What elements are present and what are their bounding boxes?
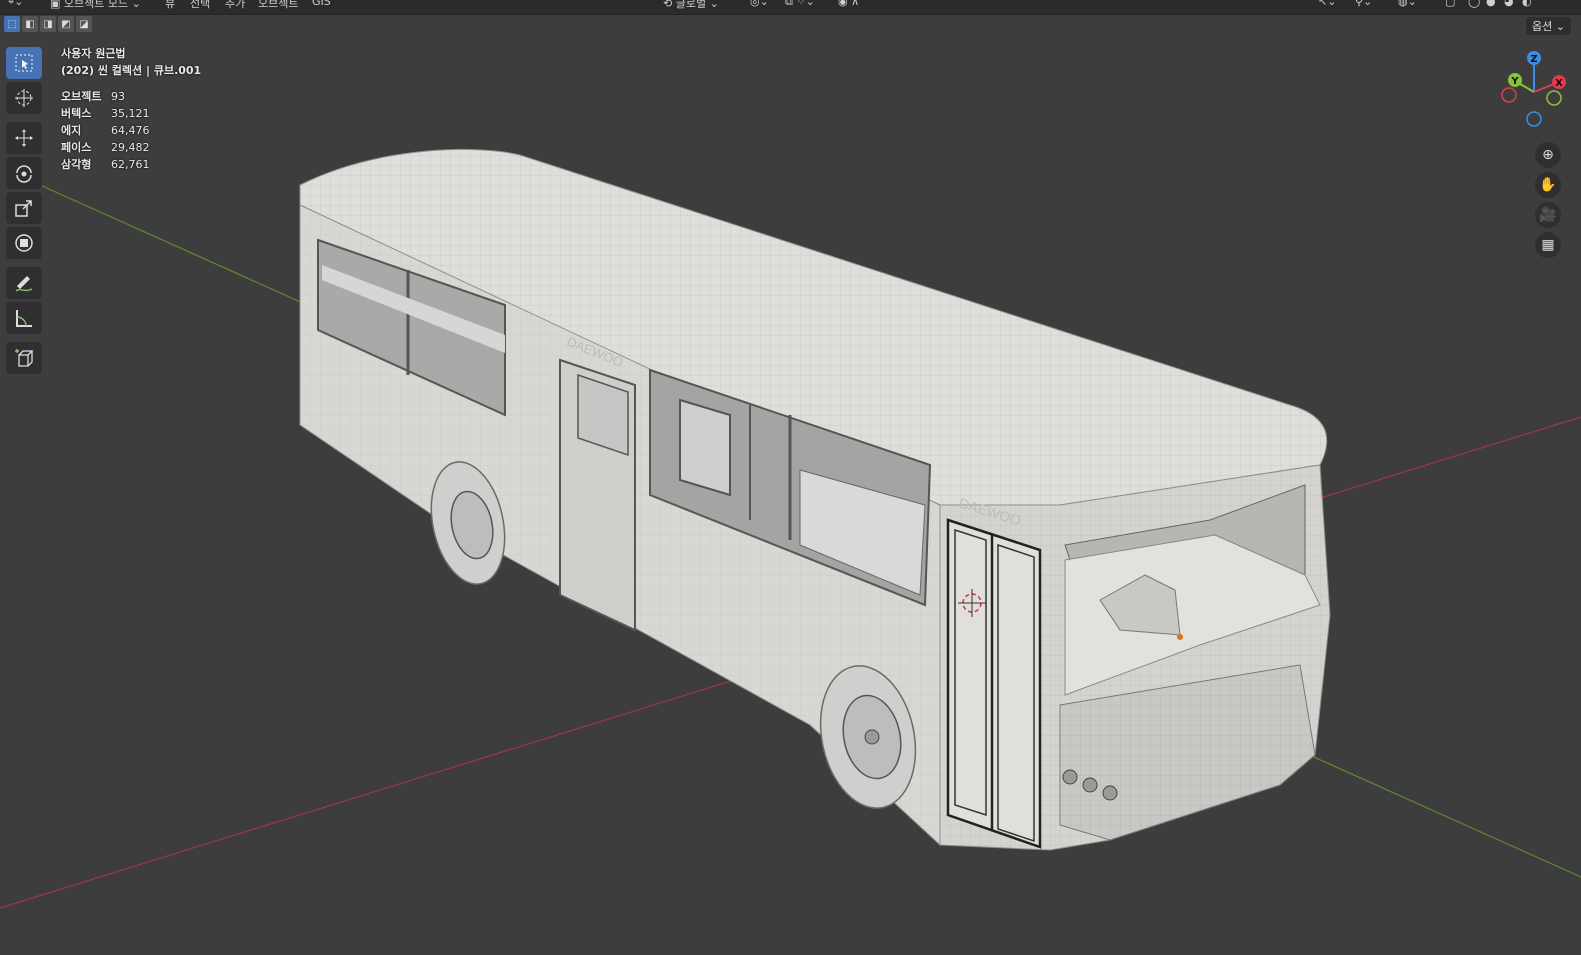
- shading-wireframe-icon[interactable]: ◯: [1468, 0, 1480, 8]
- menu-add[interactable]: 추가: [225, 0, 245, 11]
- gizmo-x-label: X: [1555, 78, 1563, 89]
- select-box-tool[interactable]: [6, 47, 42, 79]
- menu-gis[interactable]: GIS: [312, 0, 331, 8]
- cursor-tool[interactable]: [6, 82, 42, 114]
- select-mode-icon[interactable]: ↖⌄: [1318, 0, 1336, 8]
- proportional-edit-icon[interactable]: ◉ ∧: [838, 0, 859, 8]
- select-extend-button[interactable]: ◧: [22, 16, 38, 32]
- navigation-gizmo[interactable]: Z Y X: [1501, 48, 1567, 128]
- perspective-grid-icon[interactable]: ▦: [1535, 232, 1561, 258]
- measure-icon: [16, 310, 32, 327]
- shading-rendered-icon[interactable]: ◐: [1522, 0, 1532, 8]
- transform-icon: [15, 234, 33, 252]
- cursor-icon: [15, 89, 33, 107]
- stat-row-faces: 페이스 29,482: [61, 141, 150, 154]
- scene-canvas[interactable]: DAEWOO DAEWOO: [0, 15, 1581, 955]
- shading-material-icon[interactable]: ◕: [1504, 0, 1514, 8]
- select-invert-button[interactable]: ◩: [58, 16, 74, 32]
- select-box-icon: [15, 54, 33, 72]
- menu-object[interactable]: 오브젝트: [258, 0, 298, 11]
- gizmo-z-label: Z: [1530, 54, 1537, 65]
- rotate-tool[interactable]: [6, 157, 42, 189]
- add-cube-icon: [15, 349, 34, 367]
- zoom-icon[interactable]: ⊕: [1535, 142, 1561, 168]
- select-subtract-button[interactable]: ◨: [40, 16, 56, 32]
- collection-label: (202) 씬 컬렉션 | 큐브.001: [61, 64, 202, 77]
- stat-row-vertices: 버텍스 35,121: [61, 107, 150, 120]
- options-dropdown[interactable]: 옵션 ⌄: [1526, 17, 1571, 35]
- select-intersect-button[interactable]: ◪: [76, 16, 92, 32]
- transform-tool[interactable]: [6, 227, 42, 259]
- gizmo-neg-y[interactable]: [1546, 90, 1562, 106]
- options-label: 옵션: [1532, 20, 1553, 33]
- mode-label: 오브젝트 모드: [63, 0, 129, 10]
- stat-row-objects: 오브젝트 93: [61, 90, 125, 103]
- transform-orientation-label: 글로벌: [675, 0, 707, 10]
- pivot-icon[interactable]: ◎⌄: [750, 0, 769, 8]
- tool-shelf: [6, 47, 42, 377]
- annotate-tool[interactable]: [6, 267, 42, 299]
- mode-selector[interactable]: ▣ 오브젝트 모드 ⌄: [50, 0, 141, 11]
- bus-model[interactable]: DAEWOO DAEWOO: [299, 148, 1331, 851]
- gizmo-neg-x[interactable]: [1501, 87, 1517, 103]
- gizmo-neg-z[interactable]: [1526, 111, 1542, 127]
- move-icon: [15, 129, 33, 147]
- stat-row-edges: 에지 64,476: [61, 124, 150, 137]
- scale-icon: [15, 200, 32, 217]
- scene-stats-table: 오브젝트 93 버텍스 35,121 에지 64,476 페이스 29,482 삼각형 6…: [61, 88, 150, 173]
- viewport-stats-overlay: 사용자 원근법 (202) 씬 컬렉션 | 큐브.001 오브젝트 93 버텍스 3…: [61, 45, 201, 173]
- camera-icon[interactable]: 🎥: [1535, 202, 1561, 228]
- select-new-button[interactable]: ⬚: [4, 16, 20, 32]
- object-origin-point: [1177, 634, 1183, 640]
- snap-icon[interactable]: ⧉ ⁘⌄: [785, 0, 815, 9]
- editor-type-icon[interactable]: ⌖⌄: [8, 0, 23, 9]
- xray-icon[interactable]: ▢: [1445, 0, 1455, 8]
- gizmo-toggle-icon[interactable]: ⚲⌄: [1355, 0, 1372, 8]
- hand-pan-icon[interactable]: ✋: [1535, 172, 1561, 198]
- shading-solid-icon[interactable]: ●: [1486, 0, 1496, 8]
- measure-tool[interactable]: [6, 302, 42, 334]
- header-bar: ⌖⌄ ▣ 오브젝트 모드 ⌄ 뷰 선택 추가 오브젝트 GIS ⟲ 글로벌 ⌄ …: [0, 0, 1581, 15]
- menu-view[interactable]: 뷰: [165, 0, 175, 11]
- view-name: 사용자 원근법: [61, 47, 126, 60]
- transform-orientation-dropdown[interactable]: ⟲ 글로벌 ⌄: [663, 0, 719, 11]
- gizmo-y-label: Y: [1510, 76, 1519, 87]
- stat-row-triangles: 삼각형 62,761: [61, 158, 150, 171]
- annotate-icon: [15, 276, 33, 292]
- rotate-icon: [16, 165, 32, 183]
- add-cube-tool[interactable]: [6, 342, 42, 374]
- move-tool[interactable]: [6, 122, 42, 154]
- menu-select[interactable]: 선택: [190, 0, 210, 11]
- select-mode-buttons: ⬚ ◧ ◨ ◩ ◪: [4, 16, 92, 36]
- overlay-toggle-icon[interactable]: ◍⌄: [1398, 0, 1417, 8]
- scale-tool[interactable]: [6, 192, 42, 224]
